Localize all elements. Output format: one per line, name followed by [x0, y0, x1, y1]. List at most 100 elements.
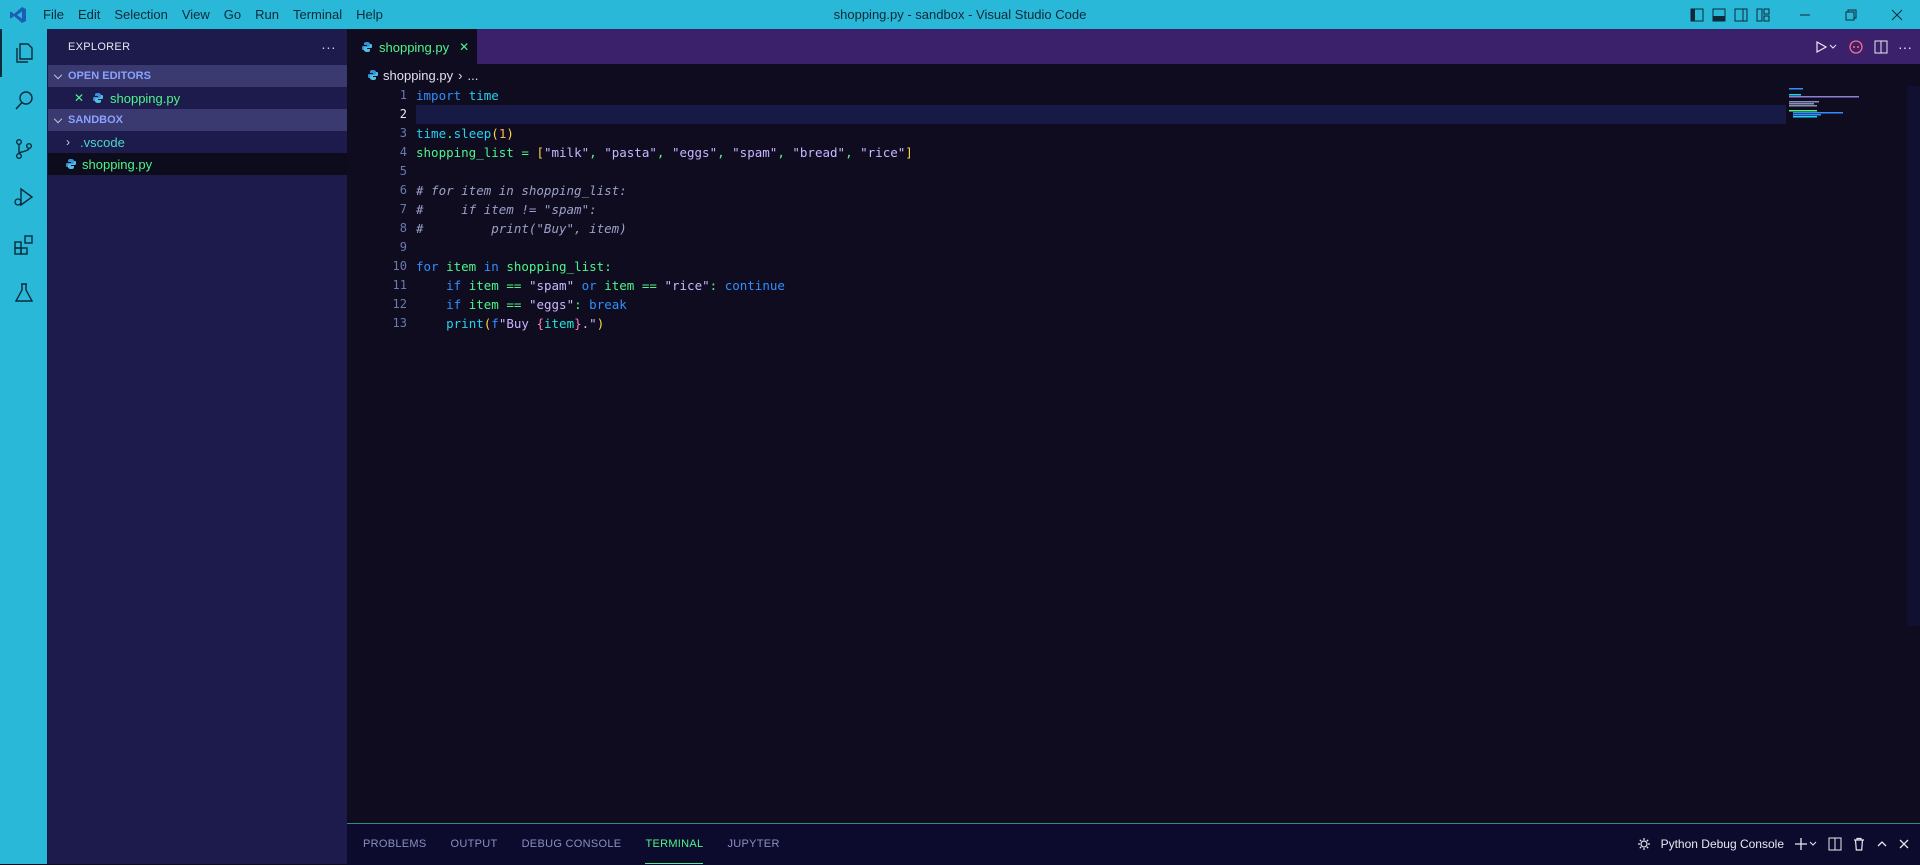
folder-item-vscode[interactable]: › .vscode [48, 131, 348, 153]
line-number: 11 [392, 278, 407, 292]
code-line[interactable]: if item == "eggs": break [416, 295, 1786, 314]
file-item-shopping-py[interactable]: shopping.py [48, 153, 348, 175]
new-terminal-icon[interactable] [1794, 837, 1818, 851]
code-line[interactable]: import time [416, 86, 1786, 105]
breadcrumb-symbols[interactable]: ... [467, 68, 478, 83]
close-window-icon[interactable] [1874, 0, 1920, 29]
line-number: 13 [392, 316, 407, 330]
editor-actions: ··· [1814, 29, 1912, 64]
line-number: 6 [399, 183, 407, 197]
search-icon[interactable] [0, 77, 47, 125]
code-line[interactable]: for item in shopping_list: [416, 257, 1786, 276]
code-editor[interactable]: import time time.sleep(1) shopping_list =… [416, 86, 1786, 333]
python-file-icon [361, 41, 379, 53]
code-line[interactable]: # print("Buy", item) [416, 219, 1786, 238]
menu-run[interactable]: Run [248, 0, 286, 29]
breadcrumb-separator: › [458, 67, 463, 83]
split-editor-icon[interactable] [1874, 40, 1888, 54]
menu-go[interactable]: Go [217, 0, 248, 29]
code-line[interactable] [416, 238, 1786, 257]
split-terminal-icon[interactable] [1828, 837, 1842, 851]
tab-bar: shopping.py ✕ ··· [347, 29, 1920, 64]
code-line[interactable]: shopping_list = ["milk", "pasta", "eggs"… [416, 143, 1786, 162]
tab-debug-console[interactable]: DEBUG CONSOLE [522, 824, 622, 864]
code-line[interactable]: # if item != "spam": [416, 200, 1786, 219]
explorer-header: EXPLORER ··· [48, 29, 348, 65]
code-line[interactable]: if item == "spam" or item == "rice": con… [416, 276, 1786, 295]
vscode-logo-icon[interactable] [8, 5, 28, 25]
line-number: 5 [399, 164, 407, 178]
close-panel-icon[interactable] [1898, 838, 1910, 850]
chevron-right-icon: › [66, 135, 70, 149]
extensions-icon[interactable] [0, 221, 47, 269]
more-actions-icon[interactable]: ··· [1898, 39, 1912, 55]
tab-output[interactable]: OUTPUT [451, 824, 498, 864]
code-line[interactable] [416, 162, 1786, 181]
menu-edit[interactable]: Edit [71, 0, 107, 29]
breadcrumb-file[interactable]: shopping.py [383, 68, 453, 83]
tab-problems[interactable]: PROBLEMS [363, 824, 427, 864]
open-editors-section-header[interactable]: ⌵ OPEN EDITORS [48, 65, 348, 87]
line-number: 1 [399, 88, 407, 102]
minimap[interactable] [1787, 86, 1907, 126]
code-line[interactable]: # for item in shopping_list: [416, 181, 1786, 200]
explorer-sidebar: EXPLORER ··· ⌵ OPEN EDITORS ✕ shopping.p… [47, 29, 348, 864]
more-actions-icon[interactable]: ··· [321, 39, 336, 55]
panel-actions: Python Debug Console [1637, 824, 1910, 864]
menu-view[interactable]: View [175, 0, 217, 29]
restore-icon[interactable] [1828, 0, 1874, 29]
explorer-icon[interactable] [0, 29, 47, 77]
minimize-icon[interactable] [1782, 0, 1828, 29]
toggle-primary-sidebar-icon[interactable] [1686, 0, 1708, 29]
maximize-panel-icon[interactable] [1876, 838, 1888, 850]
code-line[interactable] [416, 105, 1786, 124]
code-line[interactable]: print(f"Buy {item}.") [416, 314, 1786, 333]
source-control-icon[interactable] [0, 125, 47, 173]
testing-flask-icon[interactable] [0, 269, 47, 317]
line-number: 2 [399, 107, 407, 121]
explorer-title: EXPLORER [68, 41, 131, 53]
menu-bar: File Edit Selection View Go Run Terminal… [36, 0, 390, 29]
file-name: shopping.py [82, 156, 153, 172]
vertical-scrollbar[interactable] [1907, 86, 1920, 626]
tab-shopping-py[interactable]: shopping.py ✕ [347, 29, 477, 64]
line-number: 9 [399, 240, 407, 254]
line-number: 3 [399, 126, 407, 140]
python-file-icon [92, 92, 110, 104]
line-number: 4 [399, 145, 407, 159]
close-editor-icon[interactable]: ✕ [74, 91, 92, 105]
menu-help[interactable]: Help [349, 0, 390, 29]
tab-label: shopping.py [379, 39, 450, 55]
sandbox-section-header[interactable]: ⌵ SANDBOX [48, 109, 348, 131]
python-file-icon [65, 158, 82, 170]
python-file-icon [367, 69, 383, 81]
line-number: 12 [392, 297, 407, 311]
line-number: 8 [399, 221, 407, 235]
run-python-file-icon[interactable] [1814, 40, 1838, 54]
breadcrumb: shopping.py › ... [367, 64, 478, 86]
debug-gear-icon [1637, 837, 1651, 851]
copilot-icon[interactable] [1848, 39, 1864, 55]
terminal-name[interactable]: Python Debug Console [1661, 837, 1784, 851]
open-editor-item[interactable]: ✕ shopping.py [48, 87, 348, 109]
panel-tabs: PROBLEMS OUTPUT DEBUG CONSOLE TERMINAL J… [363, 824, 804, 864]
workspace-label: SANDBOX [68, 114, 124, 126]
trash-icon[interactable] [1852, 837, 1866, 851]
toggle-panel-icon[interactable] [1708, 0, 1730, 29]
run-and-debug-icon[interactable] [0, 173, 47, 221]
close-tab-icon[interactable]: ✕ [459, 40, 469, 54]
editor-area: shopping.py ✕ ··· shopping.py › ... 1 2 [347, 29, 1920, 823]
code-line[interactable]: time.sleep(1) [416, 124, 1786, 143]
tab-terminal[interactable]: TERMINAL [645, 824, 704, 864]
menu-file[interactable]: File [36, 0, 71, 29]
tab-jupyter[interactable]: JUPYTER [727, 824, 779, 864]
title-bar: File Edit Selection View Go Run Terminal… [0, 0, 1920, 29]
open-editor-filename: shopping.py [110, 90, 181, 106]
toggle-secondary-sidebar-icon[interactable] [1730, 0, 1752, 29]
menu-selection[interactable]: Selection [107, 0, 174, 29]
chevron-down-icon: ⌵ [53, 69, 63, 82]
customize-layout-icon[interactable] [1752, 0, 1774, 29]
menu-terminal[interactable]: Terminal [286, 0, 349, 29]
activity-bar [0, 29, 47, 864]
line-numbers: 1 2 3 4 5 6 7 8 9 10 11 12 13 [347, 86, 407, 333]
